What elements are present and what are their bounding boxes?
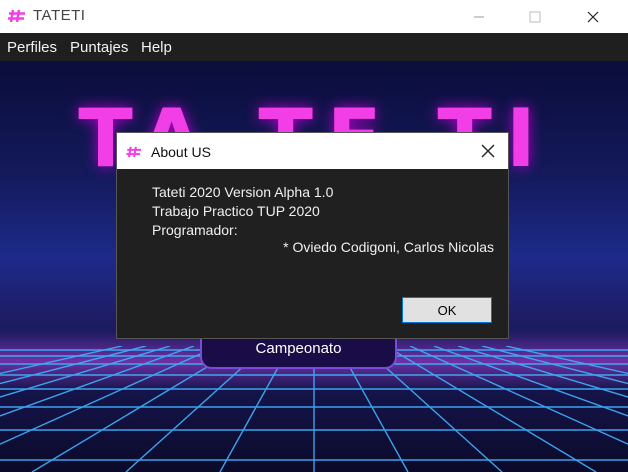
window-titlebar: TATETI xyxy=(0,0,628,33)
ok-button[interactable]: OK xyxy=(402,297,492,323)
programmer-label: Programador: xyxy=(152,222,238,238)
programmer-name: * Oviedo Codigoni, Carlos Nicolas xyxy=(283,239,494,255)
version-text: Tateti 2020 Version Alpha 1.0 xyxy=(152,184,334,200)
dialog-body: Tateti 2020 Version Alpha 1.0 Trabajo Pr… xyxy=(117,169,508,338)
menu-item-perfiles[interactable]: Perfiles xyxy=(7,39,57,56)
hashtag-icon xyxy=(126,146,141,158)
about-dialog: About US Tateti 2020 Version Alpha 1.0 T… xyxy=(117,133,508,338)
project-text: Trabajo Practico TUP 2020 xyxy=(152,203,320,219)
minimize-icon xyxy=(474,16,484,17)
window-title: TATETI xyxy=(33,7,86,24)
maximize-button[interactable] xyxy=(512,0,558,33)
maximize-icon xyxy=(529,11,541,22)
dialog-close-button[interactable] xyxy=(476,139,500,163)
dialog-title: About US xyxy=(151,144,211,160)
minimize-button[interactable] xyxy=(456,0,502,33)
close-icon xyxy=(587,11,599,22)
menu-item-help[interactable]: Help xyxy=(141,39,172,56)
hashtag-icon xyxy=(8,9,25,23)
dialog-titlebar: About US xyxy=(117,133,508,169)
close-button[interactable] xyxy=(570,0,616,33)
close-icon xyxy=(481,144,495,158)
menu-item-puntajes[interactable]: Puntajes xyxy=(70,39,128,56)
menu-bar: Perfiles Puntajes Help xyxy=(0,33,628,61)
